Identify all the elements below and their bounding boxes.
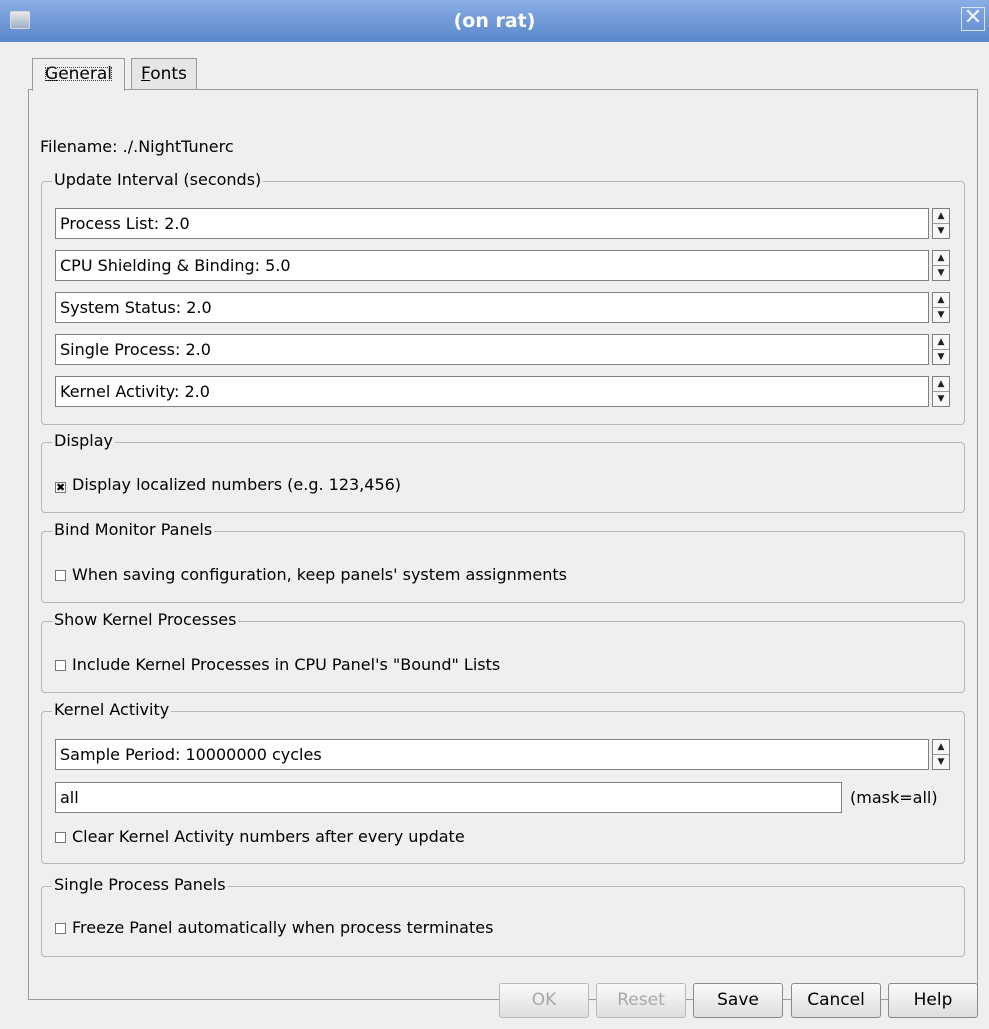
- kernel-activity-interval-field[interactable]: Kernel Activity: 2.0: [55, 376, 929, 407]
- localized-numbers-label: Display localized numbers (e.g. 123,456): [72, 475, 402, 494]
- filename-label: Filename: ./.NightTunerc: [40, 137, 234, 156]
- freeze-panel-checkbox-row[interactable]: Freeze Panel automatically when process …: [55, 918, 493, 937]
- spin-up-icon[interactable]: ▲: [933, 335, 949, 350]
- display-group: Display ✖ Display localized numbers (e.g.…: [41, 431, 965, 513]
- localized-numbers-checkbox[interactable]: ✖: [55, 482, 66, 493]
- system-status-field[interactable]: System Status: 2.0: [55, 292, 929, 323]
- display-title: Display: [52, 431, 115, 450]
- cancel-button[interactable]: Cancel: [791, 983, 881, 1018]
- kernel-activity-spinner: Kernel Activity: 2.0 ▲ ▼: [55, 376, 950, 407]
- clear-kernel-checkbox-row[interactable]: Clear Kernel Activity numbers after ever…: [55, 827, 465, 846]
- close-icon[interactable]: ✕: [961, 7, 985, 31]
- spin-down-icon[interactable]: ▼: [933, 350, 949, 364]
- window-title: (on rat): [453, 10, 536, 32]
- kernel-activity-group: Kernel Activity Sample Period: 10000000 …: [41, 700, 965, 864]
- tab-general[interactable]: General: [32, 58, 126, 91]
- system-status-spin-buttons: ▲ ▼: [932, 292, 950, 323]
- process-list-spinner: Process List: 2.0 ▲ ▼: [55, 208, 950, 239]
- mask-input[interactable]: all: [55, 782, 842, 813]
- sample-period-spinner: Sample Period: 10000000 cycles ▲ ▼: [55, 739, 950, 770]
- clear-kernel-label: Clear Kernel Activity numbers after ever…: [72, 827, 465, 846]
- cpu-shielding-spinner: CPU Shielding & Binding: 5.0 ▲ ▼: [55, 250, 950, 281]
- sample-period-field[interactable]: Sample Period: 10000000 cycles: [55, 739, 929, 770]
- single-process-field[interactable]: Single Process: 2.0: [55, 334, 929, 365]
- mask-label: (mask=all): [850, 788, 938, 807]
- clear-kernel-checkbox[interactable]: [55, 832, 66, 843]
- bind-monitor-title: Bind Monitor Panels: [52, 520, 215, 539]
- kernel-activity-title: Kernel Activity: [52, 700, 172, 719]
- spin-up-icon[interactable]: ▲: [933, 209, 949, 224]
- spin-down-icon[interactable]: ▼: [933, 266, 949, 280]
- cpu-shielding-field[interactable]: CPU Shielding & Binding: 5.0: [55, 250, 929, 281]
- save-button[interactable]: Save: [693, 983, 783, 1018]
- spin-down-icon[interactable]: ▼: [933, 392, 949, 406]
- system-status-spinner: System Status: 2.0 ▲ ▼: [55, 292, 950, 323]
- spin-down-icon[interactable]: ▼: [933, 755, 949, 769]
- freeze-panel-label: Freeze Panel automatically when process …: [72, 918, 494, 937]
- spin-up-icon[interactable]: ▲: [933, 740, 949, 755]
- kernel-activity-spin-buttons: ▲ ▼: [932, 376, 950, 407]
- update-interval-group: Update Interval (seconds) Process List: …: [41, 170, 965, 425]
- sample-period-spin-buttons: ▲ ▼: [932, 739, 950, 770]
- process-list-field[interactable]: Process List: 2.0: [55, 208, 929, 239]
- update-interval-title: Update Interval (seconds): [52, 170, 264, 189]
- single-process-spin-buttons: ▲ ▼: [932, 334, 950, 365]
- keep-assignments-checkbox[interactable]: [55, 570, 66, 581]
- tab-general-label: General: [42, 64, 115, 84]
- tab-fonts[interactable]: Fonts: [131, 58, 197, 90]
- show-kernel-title: Show Kernel Processes: [52, 610, 239, 629]
- localized-numbers-checkbox-row[interactable]: ✖ Display localized numbers (e.g. 123,456…: [55, 475, 401, 494]
- spin-up-icon[interactable]: ▲: [933, 251, 949, 266]
- help-button[interactable]: Help: [888, 983, 978, 1018]
- reset-button[interactable]: Reset: [596, 983, 686, 1018]
- include-kernel-label: Include Kernel Processes in CPU Panel's …: [72, 655, 501, 674]
- keep-assignments-checkbox-row[interactable]: When saving configuration, keep panels' …: [55, 565, 567, 584]
- spin-up-icon[interactable]: ▲: [933, 293, 949, 308]
- single-process-group: Single Process Panels Freeze Panel autom…: [41, 875, 965, 957]
- spin-up-icon[interactable]: ▲: [933, 377, 949, 392]
- keep-assignments-label: When saving configuration, keep panels' …: [72, 565, 567, 584]
- spin-down-icon[interactable]: ▼: [933, 308, 949, 322]
- freeze-panel-checkbox[interactable]: [55, 923, 66, 934]
- show-kernel-group: Show Kernel Processes Include Kernel Pro…: [41, 610, 965, 693]
- include-kernel-checkbox-row[interactable]: Include Kernel Processes in CPU Panel's …: [55, 655, 500, 674]
- ok-button[interactable]: OK: [499, 983, 589, 1018]
- spin-down-icon[interactable]: ▼: [933, 224, 949, 238]
- single-process-title: Single Process Panels: [52, 875, 228, 894]
- tab-fonts-label: Fonts: [141, 64, 187, 84]
- title-bar: (on rat) ✕: [0, 0, 989, 42]
- process-list-spin-buttons: ▲ ▼: [932, 208, 950, 239]
- bind-monitor-group: Bind Monitor Panels When saving configur…: [41, 520, 965, 603]
- include-kernel-checkbox[interactable]: [55, 660, 66, 671]
- cpu-shielding-spin-buttons: ▲ ▼: [932, 250, 950, 281]
- single-process-spinner: Single Process: 2.0 ▲ ▼: [55, 334, 950, 365]
